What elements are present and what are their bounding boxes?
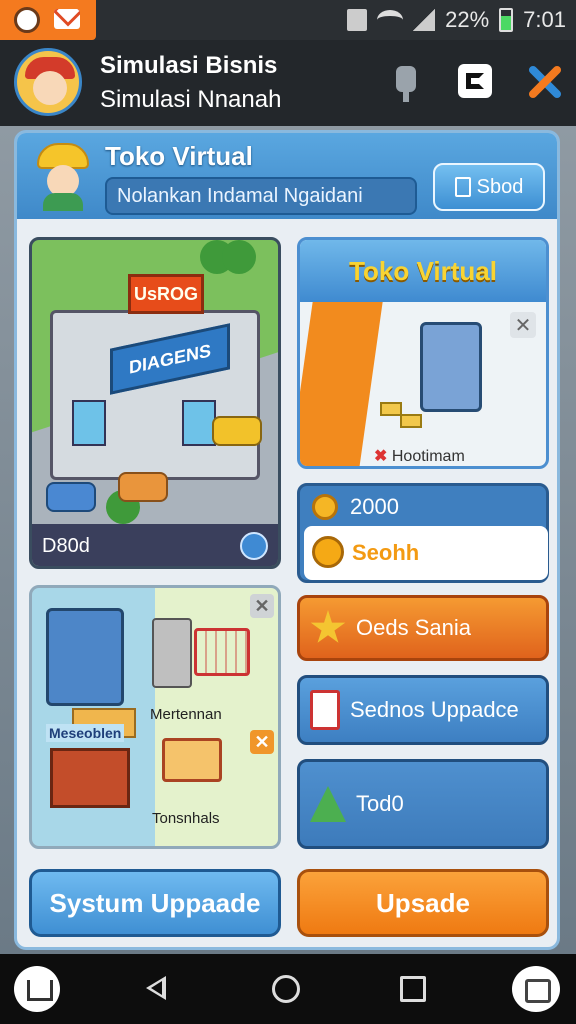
kiosk bbox=[420, 322, 482, 412]
coins-card: 2000 Seohh bbox=[297, 483, 549, 583]
building-sign-top: UsROG bbox=[128, 274, 204, 314]
status-bar: 22% 7:01 bbox=[0, 0, 576, 40]
building-card-label: D80d bbox=[42, 535, 90, 557]
wifi-icon bbox=[377, 10, 404, 30]
cup bbox=[152, 618, 192, 688]
decor-strip bbox=[300, 302, 383, 466]
info-icon bbox=[14, 7, 40, 33]
mail-icon bbox=[54, 9, 80, 29]
triangle-icon bbox=[310, 786, 346, 822]
store-info-caption-text: Hootimam bbox=[391, 448, 465, 465]
store-info-caption: ✖ Hootimam bbox=[374, 446, 465, 466]
avatar[interactable] bbox=[14, 48, 82, 116]
status-bar-right: 22% 7:01 bbox=[347, 0, 566, 40]
sim-icon bbox=[347, 9, 368, 31]
close-icon[interactable]: ✕ bbox=[250, 594, 274, 618]
coin-icon bbox=[312, 494, 338, 520]
back-icon[interactable] bbox=[146, 976, 166, 1000]
store-name-input[interactable]: Nolankan Indamal Ngaidani bbox=[105, 177, 417, 215]
store-info-card[interactable]: Toko Virtual ✕ ✖ Hootimam bbox=[297, 237, 549, 469]
market-card[interactable]: Meseoblen Mertennan Tonsnhals ✕ ✕ bbox=[29, 585, 281, 849]
deals-button[interactable]: Oeds Sania bbox=[297, 595, 549, 661]
search-button-label: Seohh bbox=[352, 540, 420, 565]
document-icon[interactable] bbox=[240, 532, 268, 560]
car bbox=[118, 472, 168, 502]
panel-header: Toko Virtual Nolankan Indamal Ngaidani S… bbox=[17, 133, 557, 219]
market-label-2: Tonsnhals bbox=[152, 810, 220, 827]
app-icon[interactable] bbox=[454, 60, 498, 104]
upgrade-card-button[interactable]: Sednos Uppadce bbox=[297, 675, 549, 745]
main-panel: Toko Virtual Nolankan Indamal Ngaidani S… bbox=[14, 130, 560, 950]
upgrade-card-label: Sednos Uppadce bbox=[350, 697, 519, 722]
close-icon[interactable]: ✕ bbox=[250, 730, 274, 754]
sbod-button-label: Sbod bbox=[476, 175, 524, 198]
home-app-icon[interactable] bbox=[14, 966, 60, 1012]
tree bbox=[222, 240, 256, 274]
shopkeeper-avatar bbox=[31, 141, 97, 211]
deals-button-label: Oeds Sania bbox=[356, 615, 471, 640]
window bbox=[72, 400, 106, 446]
search-button[interactable]: Seohh bbox=[304, 526, 548, 580]
tools-icon[interactable] bbox=[522, 60, 566, 104]
box bbox=[400, 414, 422, 428]
sbod-button[interactable]: Sbod bbox=[433, 163, 545, 211]
document-icon bbox=[310, 690, 340, 730]
window bbox=[182, 400, 216, 446]
signal-icon bbox=[413, 9, 436, 31]
battery-percent: 22% bbox=[445, 7, 490, 32]
vending-machine bbox=[46, 608, 124, 706]
market-label-1: Mertennan bbox=[150, 706, 222, 723]
battery-icon bbox=[499, 8, 514, 32]
app-title: Simulasi Bisnis bbox=[100, 52, 278, 79]
gallery-icon[interactable] bbox=[512, 966, 560, 1012]
app-header: Simulasi Bisnis Simulasi Nnanah bbox=[0, 40, 576, 126]
car bbox=[212, 416, 262, 446]
todo-button[interactable]: Tod0 bbox=[297, 759, 549, 849]
app-subtitle: Simulasi Nnanah bbox=[100, 86, 282, 113]
mini-store bbox=[50, 748, 130, 808]
home-icon[interactable] bbox=[272, 975, 300, 1003]
building-card[interactable]: UsROG DIAGENS D80d bbox=[29, 237, 281, 569]
error-icon: ✖ bbox=[374, 448, 388, 465]
market-sign: Meseoblen bbox=[46, 724, 125, 742]
clock: 7:01 bbox=[523, 7, 566, 32]
shopping-cart-icon bbox=[194, 628, 250, 676]
navigation-bar bbox=[0, 954, 576, 1024]
star-icon bbox=[310, 610, 346, 643]
coin-icon bbox=[312, 536, 344, 568]
coin-amount: 2000 bbox=[350, 494, 399, 519]
store-info-title: Toko Virtual bbox=[300, 240, 546, 302]
car bbox=[46, 482, 96, 512]
close-icon[interactable]: ✕ bbox=[510, 312, 536, 338]
recent-apps-icon[interactable] bbox=[400, 976, 426, 1002]
status-bar-notifications bbox=[0, 0, 96, 40]
basket-icon bbox=[162, 738, 222, 782]
box bbox=[380, 402, 402, 416]
panel-title: Toko Virtual bbox=[105, 141, 253, 171]
upgrade-button[interactable]: Upsade bbox=[297, 869, 549, 937]
system-upgrade-button[interactable]: Systum Uppaade bbox=[29, 869, 281, 937]
todo-button-label: Tod0 bbox=[356, 791, 404, 816]
document-icon bbox=[454, 177, 471, 197]
plug-icon[interactable] bbox=[384, 60, 428, 104]
